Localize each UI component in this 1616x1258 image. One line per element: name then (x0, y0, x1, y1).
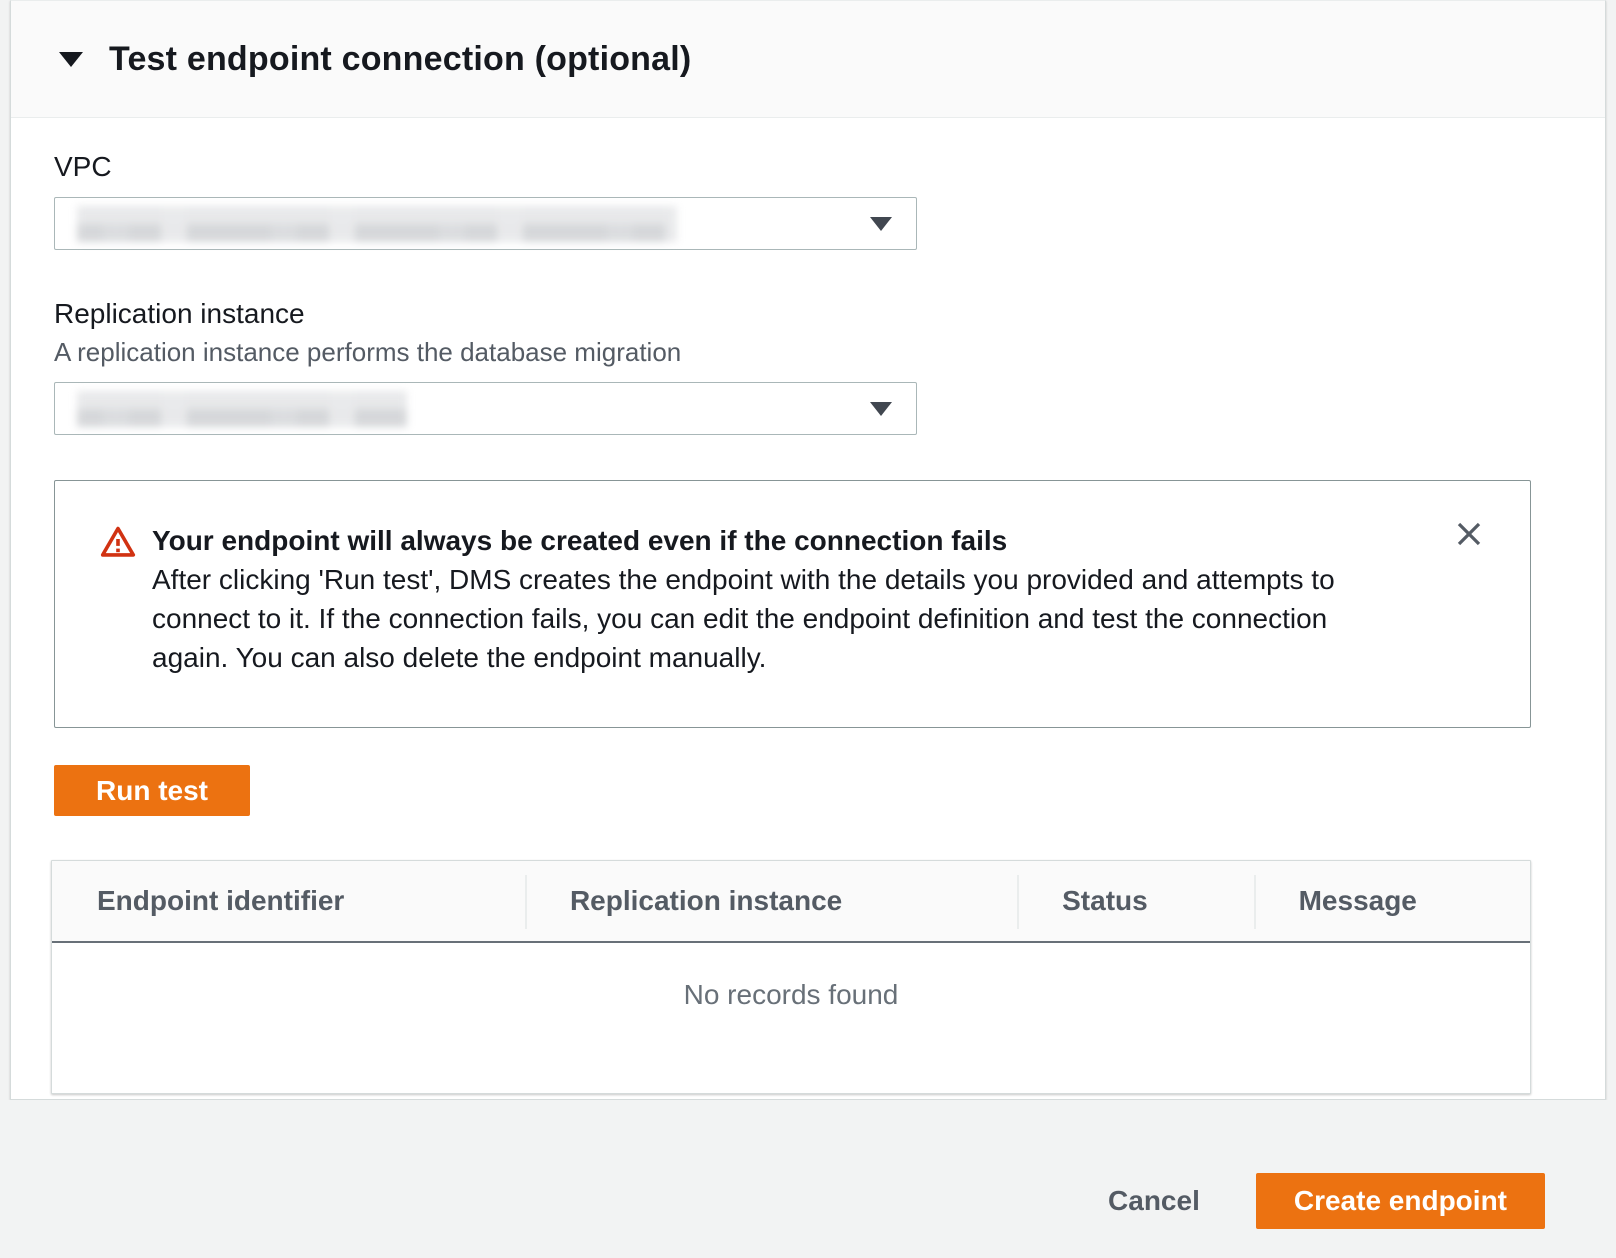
no-records-message: No records found (684, 979, 899, 1010)
vpc-label: VPC (54, 151, 1605, 183)
redacted-replication-instance-value (77, 391, 407, 427)
page-footer: Cancel Create endpoint (0, 1100, 1616, 1258)
column-header-status: Status (1017, 861, 1253, 941)
cancel-button[interactable]: Cancel (1108, 1185, 1200, 1217)
alert-text: Your endpoint will always be created eve… (152, 521, 1410, 677)
run-test-button[interactable]: Run test (54, 765, 250, 816)
vpc-select[interactable] (54, 197, 917, 250)
test-results-table: Endpoint identifier Replication instance… (51, 860, 1531, 1094)
create-endpoint-button[interactable]: Create endpoint (1256, 1173, 1545, 1229)
column-header-message: Message (1254, 861, 1530, 941)
replication-instance-field: Replication instance A replication insta… (54, 298, 1605, 435)
section-title: Test endpoint connection (optional) (109, 40, 691, 79)
redacted-vpc-value (77, 206, 677, 242)
alert-title: Your endpoint will always be created eve… (152, 521, 1410, 560)
vpc-field: VPC (54, 151, 1605, 250)
collapse-triangle-icon (59, 52, 83, 67)
close-icon[interactable] (1452, 517, 1486, 551)
replication-instance-label: Replication instance (54, 298, 1605, 330)
dropdown-caret-icon (870, 402, 892, 416)
dropdown-caret-icon (870, 217, 892, 231)
warning-triangle-icon (100, 525, 136, 677)
replication-instance-description: A replication instance performs the data… (54, 337, 1605, 368)
replication-instance-select[interactable] (54, 382, 917, 435)
table-header-row: Endpoint identifier Replication instance… (52, 861, 1530, 943)
section-body: VPC Replication instance A replication i… (11, 118, 1605, 1094)
endpoint-warning-alert: Your endpoint will always be created eve… (54, 480, 1531, 728)
test-endpoint-connection-panel: Test endpoint connection (optional) VPC … (10, 0, 1606, 1100)
column-header-endpoint-identifier: Endpoint identifier (52, 861, 525, 941)
alert-body: After clicking 'Run test', DMS creates t… (152, 560, 1410, 677)
table-empty-state: No records found (52, 943, 1530, 1093)
column-header-replication-instance: Replication instance (525, 861, 1017, 941)
section-header-test-endpoint-connection[interactable]: Test endpoint connection (optional) (11, 1, 1605, 118)
